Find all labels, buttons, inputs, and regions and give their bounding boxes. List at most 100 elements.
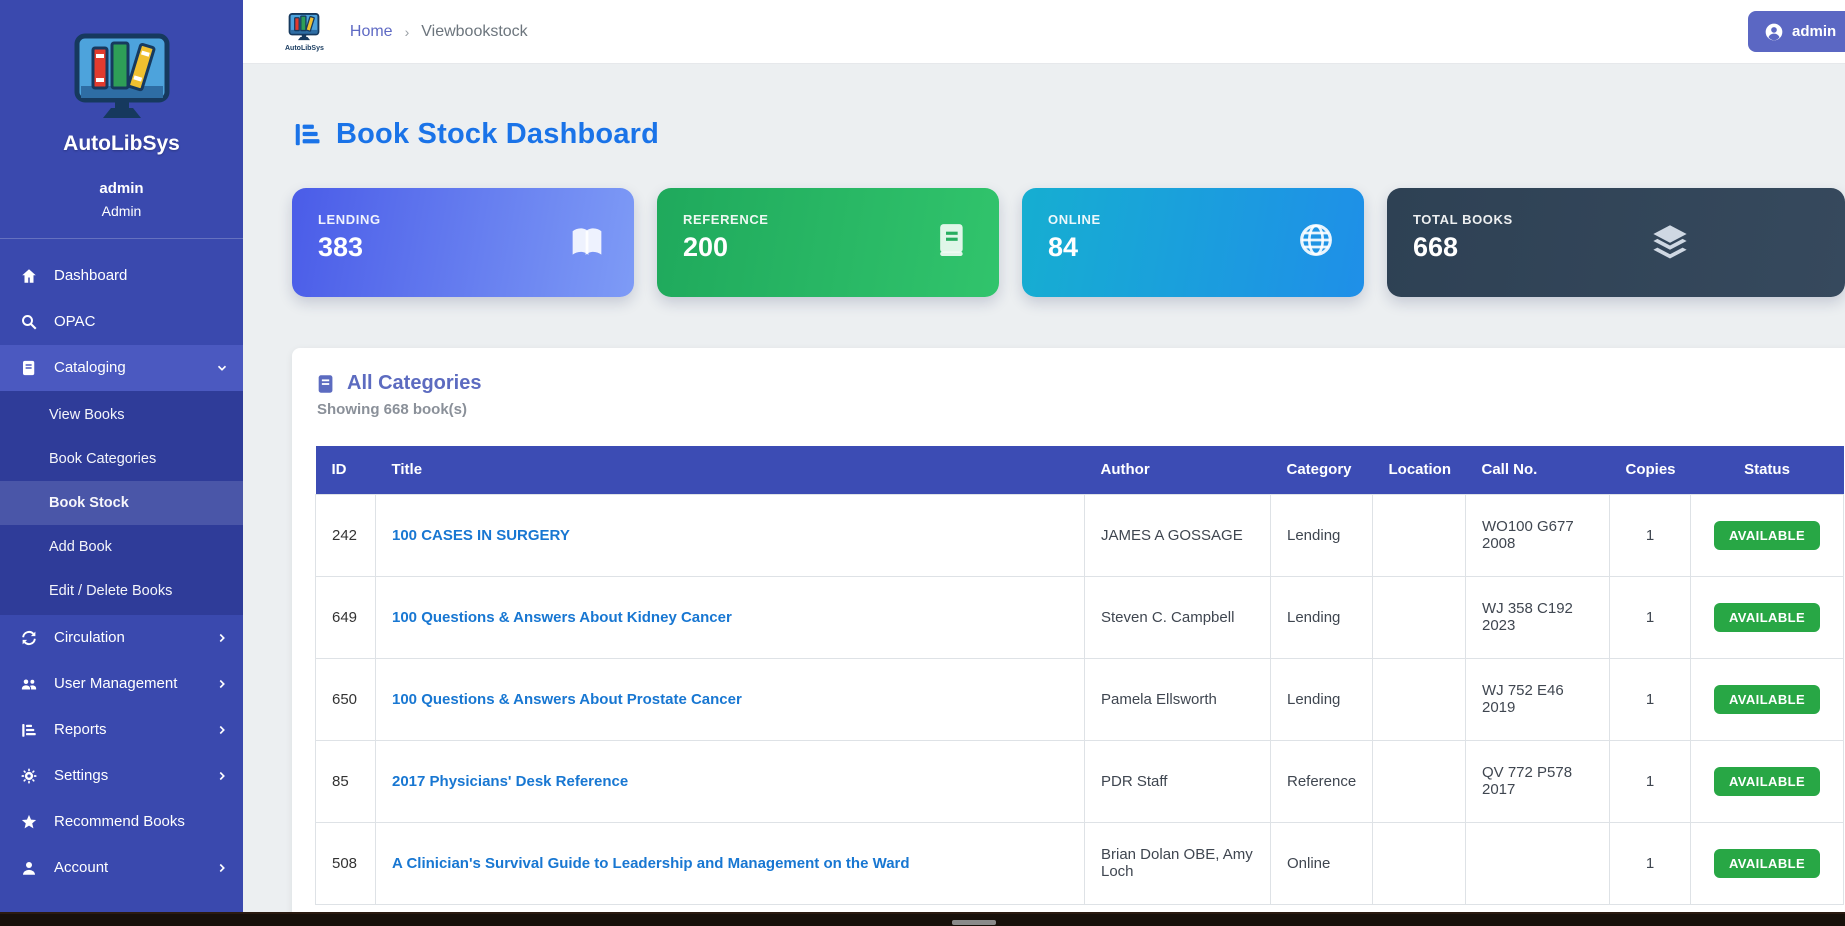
sidebar-user-block: admin Admin [0, 178, 243, 222]
page-title-text: Book Stock Dashboard [336, 118, 659, 151]
sidebar-item-circulation[interactable]: Circulation [0, 615, 243, 661]
topbar-brand[interactable]: AutoLibSys [285, 12, 324, 52]
cell-status: AVAILABLE [1691, 658, 1844, 740]
stat-card-lending: LENDING 383 [292, 188, 634, 297]
cell-call-no: WO100 G677 2008 [1466, 494, 1610, 576]
book-title-link[interactable]: 100 Questions & Answers About Prostate C… [392, 691, 742, 708]
gear-icon [20, 767, 38, 785]
book-title-link[interactable]: A Clinician's Survival Guide to Leadersh… [392, 855, 910, 872]
cell-location [1373, 658, 1466, 740]
stat-card-value: 200 [683, 232, 973, 263]
sidebar-item-opac[interactable]: OPAC [0, 299, 243, 345]
sidebar-item-label: Account [54, 859, 215, 876]
sidebar-item-account[interactable]: Account [0, 845, 243, 891]
table-row: 649100 Questions & Answers About Kidney … [316, 576, 1844, 658]
cell-title: A Clinician's Survival Guide to Leadersh… [376, 822, 1085, 904]
cell-id: 85 [316, 740, 376, 822]
stat-card-label: ONLINE [1048, 212, 1338, 227]
status-badge: AVAILABLE [1714, 849, 1820, 878]
status-badge: AVAILABLE [1714, 521, 1820, 550]
sidebar-item-book-categories[interactable]: Book Categories [0, 437, 243, 481]
cell-call-no: WJ 752 E46 2019 [1466, 658, 1610, 740]
cell-status: AVAILABLE [1691, 822, 1844, 904]
sidebar-item-dashboard[interactable]: Dashboard [0, 253, 243, 299]
column-header-author: Author [1085, 446, 1271, 494]
stat-card-value: 84 [1048, 232, 1338, 263]
cataloging-submenu: View Books Book Categories Book Stock Ad… [0, 391, 243, 615]
user-role: Admin [0, 201, 243, 222]
cell-call-no: WJ 358 C192 2023 [1466, 576, 1610, 658]
table-row: 852017 Physicians' Desk ReferencePDR Sta… [316, 740, 1844, 822]
breadcrumb-separator: › [405, 24, 410, 40]
cell-category: Reference [1271, 740, 1373, 822]
cell-location [1373, 576, 1466, 658]
sidebar-item-book-stock[interactable]: Book Stock [0, 481, 243, 525]
panel-subtitle: Showing 668 book(s) [317, 401, 1839, 418]
panel-title: All Categories [347, 372, 481, 395]
sidebar-item-label: Circulation [54, 629, 215, 646]
chevron-right-icon [215, 723, 229, 737]
cell-title: 100 CASES IN SURGERY [376, 494, 1085, 576]
cell-author: JAMES A GOSSAGE [1085, 494, 1271, 576]
sidebar-item-edit-delete-books[interactable]: Edit / Delete Books [0, 569, 243, 613]
cell-status: AVAILABLE [1691, 576, 1844, 658]
sidebar-item-label: Reports [54, 721, 215, 738]
table-row: 650 100 Questions & Answers About Prostat… [316, 658, 1844, 740]
sidebar-item-reports[interactable]: Reports [0, 707, 243, 753]
stat-card-online: ONLINE 84 [1022, 188, 1364, 297]
cell-category: Lending [1271, 658, 1373, 740]
sidebar-item-add-book[interactable]: Add Book [0, 525, 243, 569]
chevron-right-icon [215, 769, 229, 783]
cell-status: AVAILABLE [1691, 740, 1844, 822]
cell-copies: 1 [1610, 576, 1691, 658]
sidebar-item-view-books[interactable]: View Books [0, 393, 243, 437]
sidebar-brand: AutoLibSys [0, 0, 243, 156]
sidebar-item-label: Recommend Books [54, 813, 229, 830]
chevron-right-icon [215, 677, 229, 691]
user-name: admin [0, 178, 243, 201]
column-header-call-no-: Call No. [1466, 446, 1610, 494]
sidebar-item-user-management[interactable]: User Management [0, 661, 243, 707]
search-icon [20, 313, 38, 331]
stat-card-value: 383 [318, 232, 608, 263]
column-header-copies: Copies [1610, 446, 1691, 494]
cell-call-no: QV 772 P578 2017 [1466, 740, 1610, 822]
book-title-link[interactable]: 100 Questions & Answers About Kidney Can… [392, 609, 732, 626]
table-row: 242100 CASES IN SURGERYJAMES A GOSSAGELe… [316, 494, 1844, 576]
cell-call-no [1466, 822, 1610, 904]
closed-book-icon [931, 220, 973, 262]
stat-card-total-books: TOTAL BOOKS 668 [1387, 188, 1845, 297]
stat-card-label: TOTAL BOOKS [1413, 212, 1819, 227]
bar-chart-icon [292, 119, 322, 149]
book-table-body: 242100 CASES IN SURGERYJAMES A GOSSAGELe… [316, 494, 1844, 904]
topbar-brand-caption: AutoLibSys [285, 45, 324, 52]
book-title-link[interactable]: 2017 Physicians' Desk Reference [392, 773, 628, 790]
sidebar-item-cataloging[interactable]: Cataloging [0, 345, 243, 391]
cell-title: 2017 Physicians' Desk Reference [376, 740, 1085, 822]
cell-copies: 1 [1610, 494, 1691, 576]
sidebar-item-settings[interactable]: Settings [0, 753, 243, 799]
sidebar-item-label: Cataloging [54, 359, 215, 376]
star-icon [20, 813, 38, 831]
cell-author: Steven C. Campbell [1085, 576, 1271, 658]
stat-card-label: LENDING [318, 212, 608, 227]
stat-card-value: 668 [1413, 232, 1819, 263]
admin-menu-button[interactable]: admin [1748, 11, 1845, 52]
cell-id: 650 [316, 658, 376, 740]
panel-header: All Categories [315, 372, 1839, 395]
page-content: Book Stock Dashboard LENDING383REFERENCE… [243, 64, 1845, 926]
chevron-right-icon [215, 631, 229, 645]
breadcrumb-home-link[interactable]: Home [350, 23, 393, 41]
book-title-link[interactable]: 100 CASES IN SURGERY [392, 527, 570, 544]
sidebar-item-recommend-books[interactable]: Recommend Books [0, 799, 243, 845]
person-circle-icon [1764, 22, 1784, 42]
page-title: Book Stock Dashboard [292, 114, 1845, 154]
stat-cards-row: LENDING383REFERENCE200ONLINE84TOTAL BOOK… [292, 188, 1845, 297]
breadcrumb-current: Viewbookstock [421, 23, 527, 41]
sidebar: AutoLibSys admin Admin Dashboard OPAC [0, 0, 243, 926]
autolibsys-logo-small [285, 12, 323, 44]
open-book-icon [566, 220, 608, 262]
cell-category: Lending [1271, 494, 1373, 576]
sidebar-divider [0, 238, 243, 239]
chart-icon [20, 721, 38, 739]
